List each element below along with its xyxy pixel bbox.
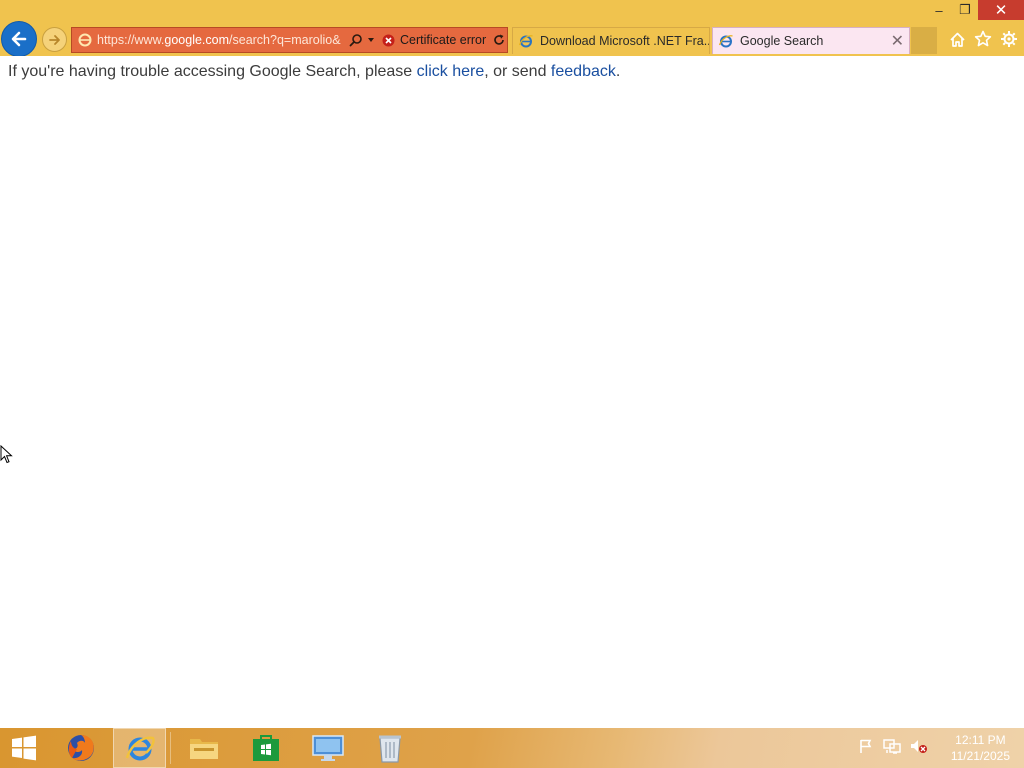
start-button[interactable]	[0, 728, 48, 768]
certificate-error-icon	[382, 34, 395, 46]
clock-date: 11/21/2025	[950, 749, 1010, 763]
back-button[interactable]	[1, 21, 37, 57]
ie-icon	[518, 35, 533, 48]
feedback-link[interactable]: feedback	[551, 63, 616, 80]
mouse-pointer-icon	[0, 445, 13, 464]
trouble-message: If you're having trouble accessing Googl…	[8, 63, 621, 80]
tab-strip: Download Microsoft .NET Fra... Google Se…	[512, 27, 937, 56]
ie-page-icon	[78, 33, 92, 47]
dropdown-arrow-icon[interactable]	[366, 35, 376, 45]
search-icon[interactable]	[349, 33, 363, 47]
taskbar-internet-explorer[interactable]	[113, 728, 166, 768]
clock-time: 12:11 PM	[955, 733, 1006, 747]
windows-logo-icon	[12, 735, 36, 761]
window-controls: – ❐ ✕	[926, 0, 1024, 20]
tab-download-dotnet[interactable]: Download Microsoft .NET Fra...	[512, 27, 710, 54]
click-here-link[interactable]: click here	[417, 63, 485, 80]
toolbar-icons	[949, 30, 1018, 48]
tab-title: Download Microsoft .NET Fra...	[540, 34, 709, 48]
firefox-icon	[68, 735, 94, 761]
close-window-button[interactable]: ✕	[978, 0, 1024, 20]
url-field[interactable]: https://www.google.com/search?q=marolio&	[97, 33, 345, 47]
address-bar[interactable]: https://www.google.com/search?q=marolio&…	[71, 27, 508, 53]
home-icon[interactable]	[949, 31, 966, 48]
tab-google-search[interactable]: Google Search ✕	[712, 27, 910, 54]
taskbar-divider	[170, 732, 171, 764]
system-tray	[858, 738, 928, 754]
back-arrow-icon	[11, 31, 27, 47]
ie-icon	[718, 35, 733, 48]
remote-desktop-icon	[312, 735, 344, 761]
file-explorer-icon	[190, 739, 218, 759]
refresh-icon[interactable]	[492, 33, 506, 47]
settings-gear-icon[interactable]	[1000, 30, 1018, 48]
taskbar-remote-desktop[interactable]	[298, 728, 358, 768]
taskbar-recycle-bin[interactable]	[362, 728, 417, 768]
new-tab-button[interactable]	[911, 27, 937, 54]
taskbar-file-explorer[interactable]	[175, 728, 233, 768]
internet-explorer-icon	[125, 736, 155, 761]
forward-button[interactable]	[42, 27, 67, 52]
restore-icon: ❐	[959, 2, 971, 17]
browser-frame: – ❐ ✕ https://www.google.com/search?q=ma…	[0, 0, 1024, 57]
close-icon: ✕	[994, 2, 1008, 19]
action-center-flag-icon[interactable]	[858, 738, 874, 754]
volume-muted-icon[interactable]	[910, 738, 928, 754]
restore-button[interactable]: ❐	[952, 0, 978, 20]
page-content: If you're having trouble accessing Googl…	[0, 56, 1024, 728]
recycle-bin-icon	[378, 735, 401, 763]
taskbar-windows-store[interactable]	[238, 728, 293, 768]
taskbar: 12:11 PM 11/21/2025	[0, 728, 1024, 768]
forward-arrow-icon	[48, 34, 60, 45]
tab-title: Google Search	[740, 34, 824, 48]
taskbar-firefox[interactable]	[56, 728, 106, 768]
favorites-star-icon[interactable]	[974, 30, 992, 48]
tab-close-icon[interactable]: ✕	[891, 31, 904, 51]
certificate-error-button[interactable]: Certificate error	[382, 33, 486, 47]
certificate-error-label: Certificate error	[400, 33, 487, 47]
taskbar-clock[interactable]: 12:11 PM 11/21/2025	[951, 732, 1010, 764]
windows-store-icon	[252, 735, 279, 761]
minimize-button[interactable]: –	[926, 0, 952, 20]
network-icon[interactable]	[883, 738, 901, 754]
minimize-icon: –	[935, 2, 943, 18]
